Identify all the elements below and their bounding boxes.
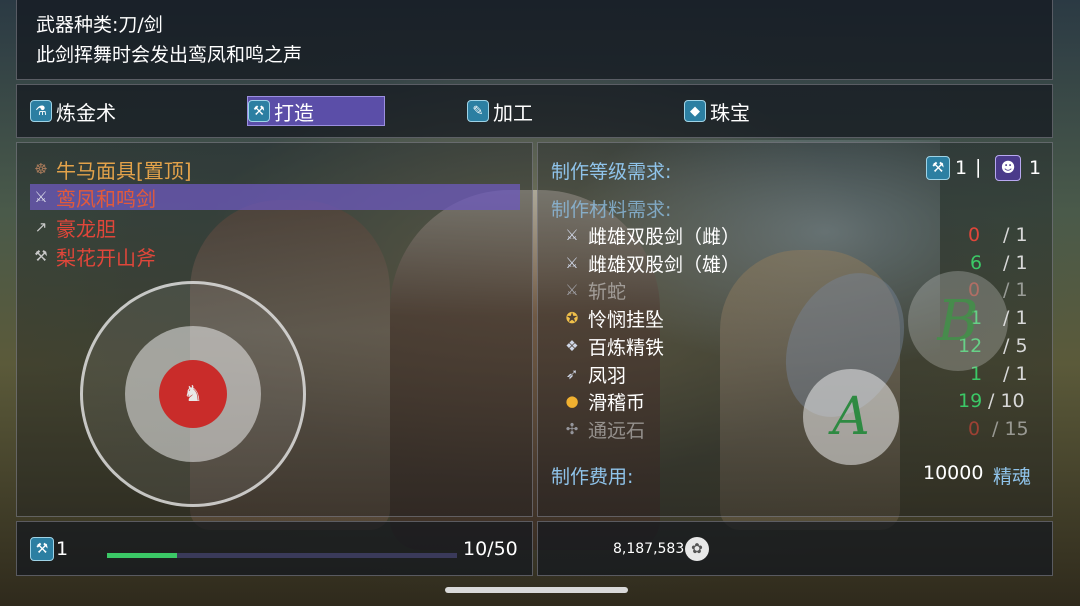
recipe-item[interactable]: ☸ 牛马面具[置顶] [30,156,192,183]
sword-icon: ⚔ [565,226,579,244]
material-need-value: 5 [1015,335,1028,357]
recipe-name: 豪龙胆 [56,216,116,241]
material-have: 19 [958,390,983,412]
recipe-item-selected[interactable]: ⚔ 鸾凤和鸣剑 [30,184,520,211]
material-need-value: 1 [1015,307,1028,329]
tab-forge-label: 打造 [274,100,314,125]
anvil-icon: ⚒ [926,156,950,180]
craft-cost-label: 制作费用: [551,466,634,488]
material-need: / 5 [1003,335,1028,357]
material-need: / 1 [1003,363,1028,385]
action-button-a[interactable]: A [803,369,899,465]
coin-icon: ● [565,392,579,410]
material-name: 滑稽币 [588,391,646,414]
tab-alchemy[interactable]: ⚗ 炼金术 [30,96,116,126]
material-need-value: 1 [1015,279,1028,301]
material-row: ● 滑稽币 [560,388,645,414]
tab-alchemy-label: 炼金术 [56,100,116,125]
soul-bag-icon: ✿ [685,537,709,561]
sword-icon: ⚔ [34,188,48,206]
recipe-name: 牛马面具[置顶] [56,158,192,183]
material-name: 百炼精铁 [588,336,665,359]
level-requirement-label: 制作等级需求: [551,161,672,183]
craft-exp-text: 10/50 [463,538,518,560]
material-have: 0 [968,418,981,440]
tab-processing[interactable]: ✎ 加工 [467,96,533,126]
gem-icon: ◆ [684,100,706,122]
material-need: / 1 [1003,279,1028,301]
weapon-description-text: 此剑挥舞时会发出鸾凤和鸣之声 [36,44,303,66]
weapon-type-text: 武器种类:刀/剑 [36,14,163,36]
material-row: ⚔ 雌雄双股剑（雌） [560,222,740,248]
material-name: 雌雄双股剑（雌） [588,225,741,248]
craft-level-value: 1 [56,538,69,560]
material-name: 雌雄双股剑（雄） [588,253,741,276]
iron-icon: ❖ [565,337,579,355]
craft-exp-progress-fill [107,553,177,558]
material-need-value: 1 [1015,252,1028,274]
blade-icon: ⚔ [565,281,579,299]
portrait-icon: ☻ [995,155,1021,181]
material-need: / 1 [1003,224,1028,246]
sword-icon: ⚔ [565,254,579,272]
mask-icon: ☸ [34,160,48,178]
craft-cost-unit: 精魂 [993,466,1032,488]
material-need: / 15 [992,418,1029,440]
recipe-item[interactable]: ↗ 豪龙胆 [30,214,116,241]
home-indicator[interactable] [445,587,628,593]
material-name: 怜悯挂坠 [588,308,665,331]
material-need-value: 10 [1000,390,1025,412]
material-row: ⚔ 斩蛇 [560,277,626,303]
material-row: ❖ 百炼精铁 [560,333,664,359]
material-need-value: 1 [1015,363,1028,385]
craft-tabs-bar [16,84,1053,138]
material-name: 斩蛇 [588,280,627,303]
tab-jewelry[interactable]: ◆ 珠宝 [684,96,750,126]
anvil-icon: ⚒ [248,100,270,122]
wrench-icon: ✎ [467,100,489,122]
pendant-icon: ✪ [565,309,579,327]
material-need-value: 1 [1015,224,1028,246]
recipe-item[interactable]: ⚒ 梨花开山斧 [30,243,156,270]
material-row: ✪ 怜悯挂坠 [560,305,664,331]
material-row: ➶ 凤羽 [560,361,626,387]
stone-icon: ✣ [565,420,579,438]
material-row: ⚔ 雌雄双股剑（雄） [560,250,740,276]
soul-currency-amount: 8,187,583 [613,541,685,557]
flask-icon: ⚗ [30,100,52,122]
tab-jewelry-label: 珠宝 [710,100,750,125]
tab-forge[interactable]: ⚒ 打造 [247,96,385,126]
feather-icon: ➶ [565,365,579,383]
action-button-b[interactable]: B [908,271,1008,371]
materials-requirement-label: 制作材料需求: [551,199,672,221]
tab-processing-label: 加工 [493,100,533,125]
material-need: / 1 [1003,252,1028,274]
recipe-name: 鸾凤和鸣剑 [56,186,156,211]
level-separator: | [975,156,982,178]
knight-avatar-icon[interactable]: ♞ [159,360,227,428]
material-row: ✣ 通远石 [560,416,645,442]
spear-icon: ↗ [34,218,48,236]
recipe-name: 梨花开山斧 [56,245,156,270]
material-name: 凤羽 [588,364,627,387]
material-need-value: 15 [1004,418,1029,440]
forge-level-value: 1 [955,157,968,179]
anvil-icon: ⚒ [30,537,54,561]
craft-exp-progress-bar [107,553,457,558]
material-name: 通远石 [588,419,646,442]
craft-level-bar-panel [16,521,533,576]
character-level-value: 1 [1029,157,1042,179]
axe-icon: ⚒ [34,247,48,265]
material-have: 0 [968,224,981,246]
material-need: / 10 [988,390,1025,412]
craft-cost-value: 10000 [923,462,984,484]
